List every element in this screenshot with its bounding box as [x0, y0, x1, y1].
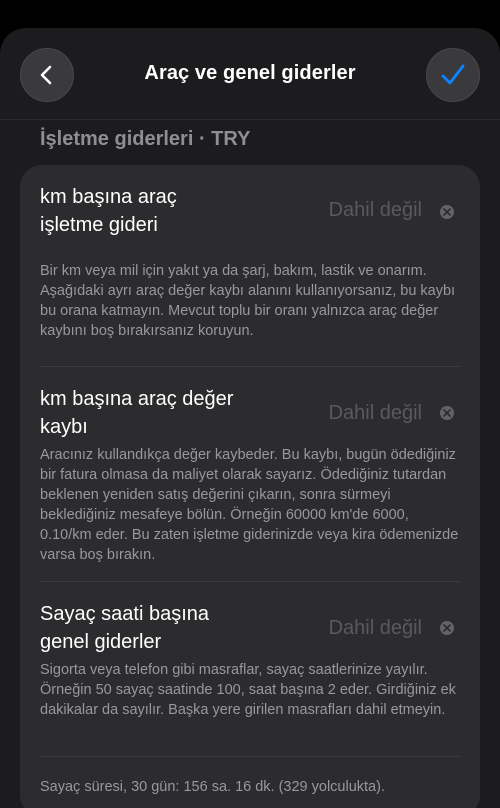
section-title: İşletme giderleri · TRY	[40, 128, 251, 150]
row-value[interactable]: Dahil değil	[329, 199, 422, 222]
row-description: Sigorta veya telefon gibi masraflar, say…	[40, 662, 456, 718]
row-divider	[40, 366, 460, 367]
clear-icon[interactable]	[440, 406, 454, 420]
row-description: Aracınız kullandıkça değer kaybeder. Bu …	[40, 447, 459, 563]
row-value[interactable]: Dahil değil	[329, 617, 422, 640]
row-divider	[40, 756, 460, 757]
clear-icon[interactable]	[440, 205, 454, 219]
sheet-header: Araç ve genel giderler	[0, 28, 500, 120]
row-label: km başına araç işletme gideri	[40, 186, 177, 236]
row-description: Bir km veya mil için yakıt ya da şarj, b…	[40, 263, 456, 339]
row-label: Sayaç saati başına genel giderler	[40, 603, 209, 653]
checkmark-icon	[441, 64, 465, 85]
confirm-button[interactable]	[426, 48, 480, 102]
expenses-card: km başına araç işletme gideri Dahil deği…	[20, 165, 480, 808]
row-divider	[40, 581, 460, 582]
row-label: km başına araç değer kaybı	[40, 388, 234, 438]
settings-sheet: Araç ve genel giderler İşletme giderleri…	[0, 28, 500, 808]
clear-icon[interactable]	[440, 621, 454, 635]
page-title: Araç ve genel giderler	[144, 62, 356, 84]
meter-summary: Sayaç süresi, 30 gün: 156 sa. 16 dk. (32…	[40, 779, 385, 795]
row-value[interactable]: Dahil değil	[329, 402, 422, 425]
